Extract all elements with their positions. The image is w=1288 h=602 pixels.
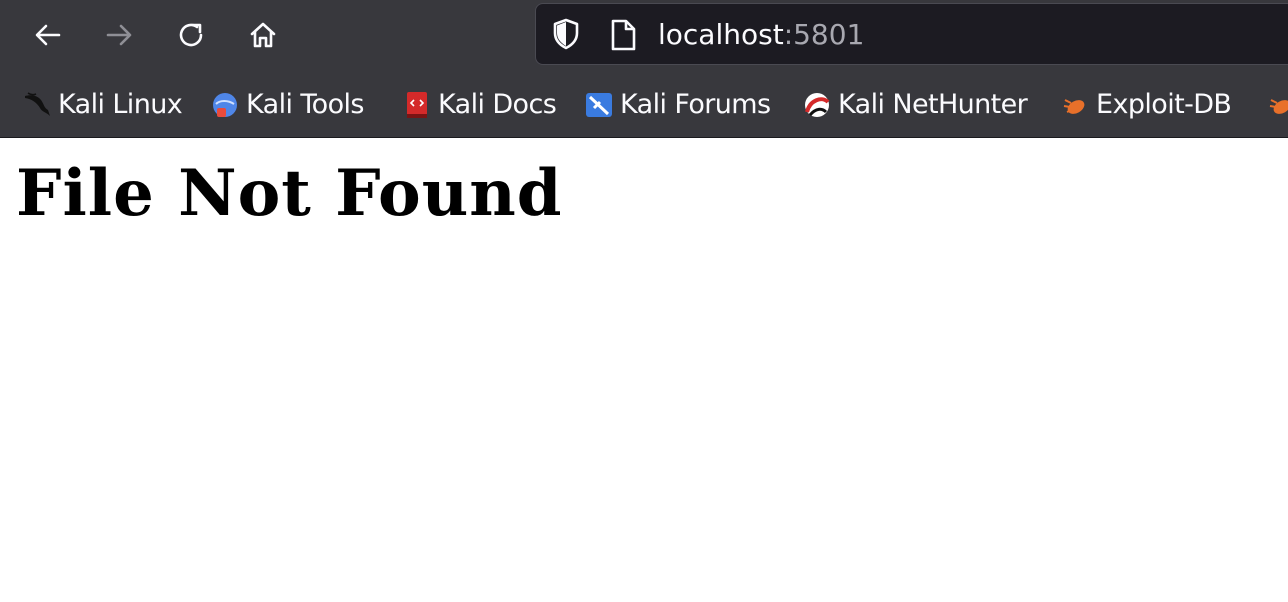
- forward-button[interactable]: [96, 12, 142, 58]
- kali-nethunter-icon: [805, 93, 830, 117]
- page-content: File Not Found: [0, 138, 1288, 602]
- arrow-right-icon: [106, 24, 132, 46]
- bookmark-label: Kali NetHunter: [838, 89, 1028, 120]
- back-button[interactable]: [25, 12, 71, 58]
- arrow-left-icon: [35, 24, 61, 46]
- bookmark-kali-docs[interactable]: Kali Docs: [402, 88, 557, 122]
- bookmark-label: Kali Forums: [620, 89, 771, 120]
- kali-dragon-icon: [25, 92, 50, 116]
- url-port: :5801: [783, 18, 865, 51]
- tracking-protection-shield-icon[interactable]: [550, 17, 582, 51]
- kali-docs-icon: [407, 92, 427, 118]
- bookmark-kali-linux[interactable]: Kali Linux: [22, 88, 183, 122]
- address-bar[interactable]: localhost:5801: [535, 3, 1288, 65]
- bookmark-label: Exploit-DB: [1096, 89, 1232, 120]
- kali-tools-icon: [213, 93, 237, 117]
- exploit-db-icon: [1063, 99, 1085, 114]
- bookmarks-toolbar: Kali Linux Kali Tools Kali Docs Kali For…: [0, 72, 1288, 138]
- bookmark-overflow[interactable]: [1266, 88, 1288, 122]
- home-icon: [250, 22, 276, 48]
- url-host: localhost: [658, 18, 784, 51]
- bookmark-kali-tools[interactable]: Kali Tools: [210, 88, 364, 122]
- bookmark-label: Kali Tools: [246, 89, 364, 120]
- home-button[interactable]: [240, 12, 286, 58]
- bookmark-label: Kali Linux: [58, 89, 183, 120]
- bookmark-kali-nethunter[interactable]: Kali NetHunter: [802, 88, 1028, 122]
- exploit-db-icon: [1269, 99, 1288, 114]
- bookmark-exploit-db[interactable]: Exploit-DB: [1060, 88, 1232, 122]
- bookmark-kali-forums[interactable]: Kali Forums: [584, 88, 771, 122]
- bookmark-label: Kali Docs: [438, 89, 557, 120]
- url-text[interactable]: localhost:5801: [658, 18, 864, 52]
- kali-forums-icon: [586, 93, 612, 117]
- reload-button[interactable]: [168, 12, 214, 58]
- page-heading: File Not Found: [16, 156, 563, 231]
- browser-toolbar: localhost:5801: [0, 0, 1288, 72]
- reload-icon: [179, 23, 203, 47]
- page-info-icon[interactable]: [608, 18, 638, 52]
